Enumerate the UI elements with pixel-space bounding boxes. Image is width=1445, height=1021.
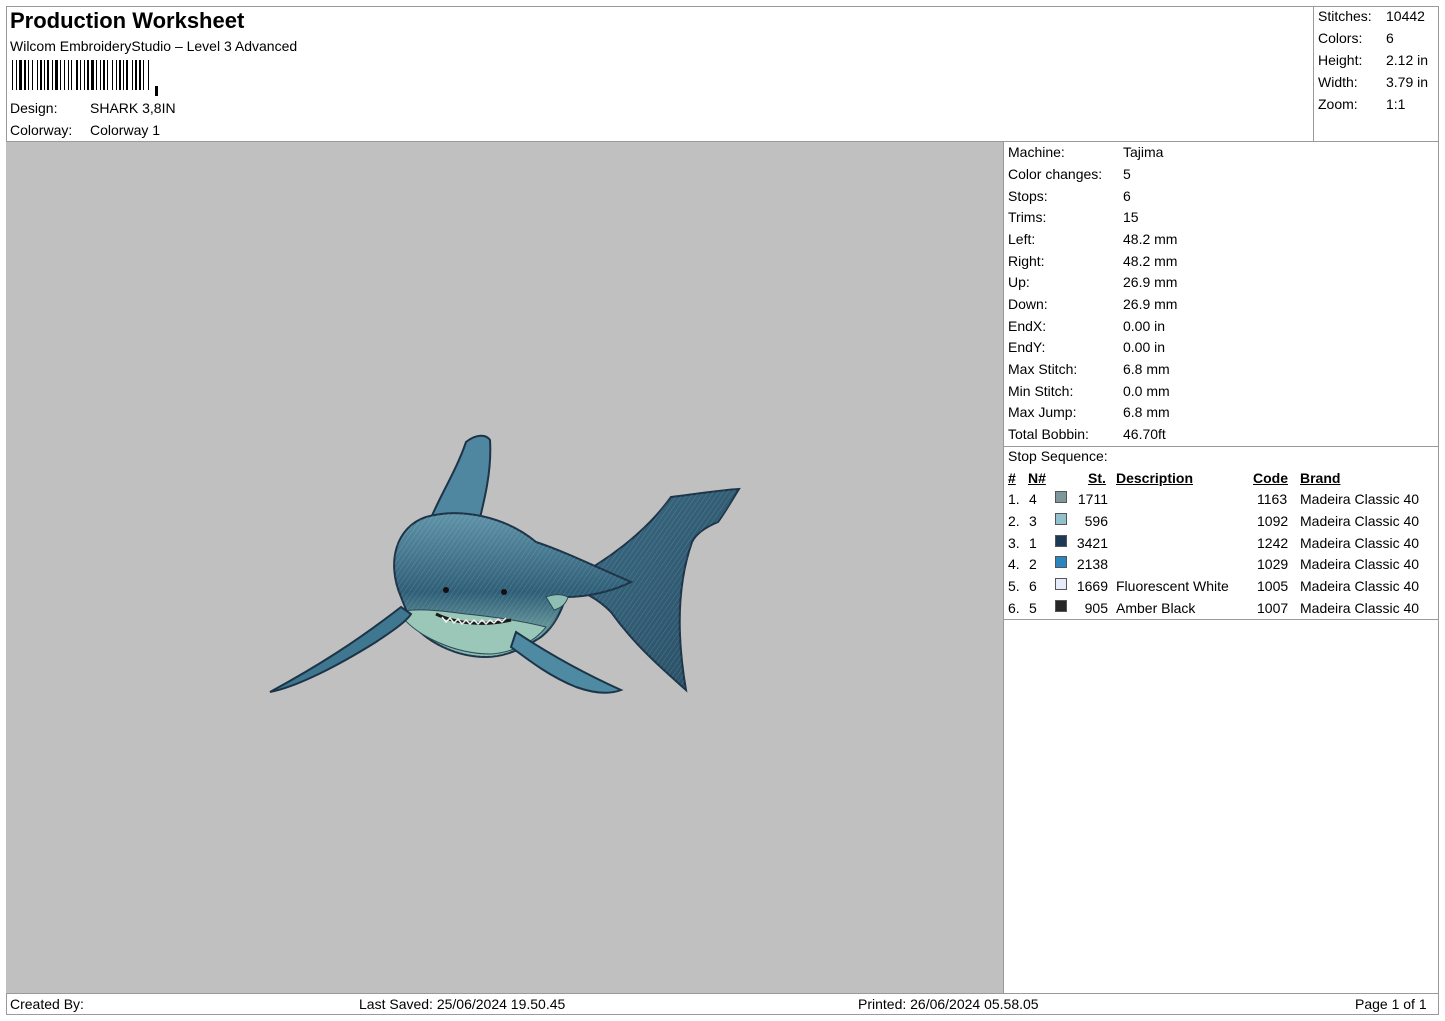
- printed-date: Printed: 26/06/2024 05.58.05: [858, 996, 1039, 1012]
- design-preview: [6, 142, 1004, 993]
- thread-color-swatch: [1055, 556, 1067, 568]
- worksheet-footer: Created By: Last Saved: 25/06/2024 19.50…: [6, 993, 1439, 1015]
- summary-width: Width: 3.79 in: [1318, 74, 1429, 90]
- prop-max-jump: Max Jump: 6.8 mm: [1008, 404, 1170, 420]
- created-by: Created By:: [10, 996, 84, 1012]
- col-header-description: Description: [1116, 470, 1194, 486]
- software-name: Wilcom EmbroideryStudio – Level 3 Advanc…: [10, 38, 298, 54]
- prop-left: Left: 48.2 mm: [1008, 231, 1178, 247]
- colorway-label: Colorway:: [10, 122, 73, 138]
- design-value: SHARK 3,8IN: [90, 100, 176, 116]
- prop-down: Down: 26.9 mm: [1008, 296, 1178, 312]
- divider: [1004, 446, 1439, 447]
- divider: [1004, 619, 1439, 620]
- prop-up: Up: 26.9 mm: [1008, 274, 1178, 290]
- stop-sequence-title: Stop Sequence:: [1008, 448, 1108, 464]
- summary-colors: Colors: 6: [1318, 30, 1394, 46]
- prop-stops: Stops: 6: [1008, 188, 1131, 204]
- summary-zoom: Zoom: 1:1: [1318, 96, 1406, 112]
- prop-max-stitch: Max Stitch: 6.8 mm: [1008, 361, 1170, 377]
- design-label: Design:: [10, 100, 58, 116]
- thread-color-swatch: [1055, 600, 1067, 612]
- col-header-needle: N#: [1028, 470, 1046, 486]
- properties-panel: Machine: Tajima Color changes: 5 Stops: 6 T…: [1004, 142, 1439, 993]
- prop-machine: Machine: Tajima: [1008, 144, 1164, 160]
- shark-embroidery-image: [269, 434, 741, 694]
- barcode: [12, 60, 158, 96]
- summary-box: Stitches: 10442 Colors: 6 Height: 2.12 in W…: [1314, 6, 1439, 142]
- prop-right: Right: 48.2 mm: [1008, 253, 1178, 269]
- col-header-num: #: [1008, 470, 1016, 486]
- prop-trims: Trims: 15: [1008, 209, 1139, 225]
- col-header-stitches: St.: [1088, 470, 1106, 486]
- thread-color-swatch: [1055, 513, 1067, 525]
- thread-color-swatch: [1055, 491, 1067, 503]
- prop-total-bobbin: Total Bobbin: 46.70ft: [1008, 426, 1166, 442]
- prop-endx: EndX: 0.00 in: [1008, 318, 1166, 334]
- col-header-brand: Brand: [1300, 470, 1341, 486]
- worksheet-header: Production Worksheet Wilcom EmbroiderySt…: [6, 6, 1314, 142]
- prop-min-stitch: Min Stitch: 0.0 mm: [1008, 383, 1170, 399]
- thread-color-swatch: [1055, 578, 1067, 590]
- colorway-value: Colorway 1: [90, 122, 161, 138]
- last-saved: Last Saved: 25/06/2024 19.50.45: [359, 996, 566, 1012]
- col-header-code: Code: [1253, 470, 1288, 486]
- page-number: Page 1 of 1: [1355, 996, 1427, 1012]
- summary-height: Height: 2.12 in: [1318, 52, 1429, 68]
- prop-endy: EndY: 0.00 in: [1008, 339, 1166, 355]
- thread-color-swatch: [1055, 535, 1067, 547]
- page-title: Production Worksheet: [10, 8, 245, 33]
- prop-color-changes: Color changes: 5: [1008, 166, 1131, 182]
- summary-stitches: Stitches: 10442: [1318, 8, 1425, 24]
